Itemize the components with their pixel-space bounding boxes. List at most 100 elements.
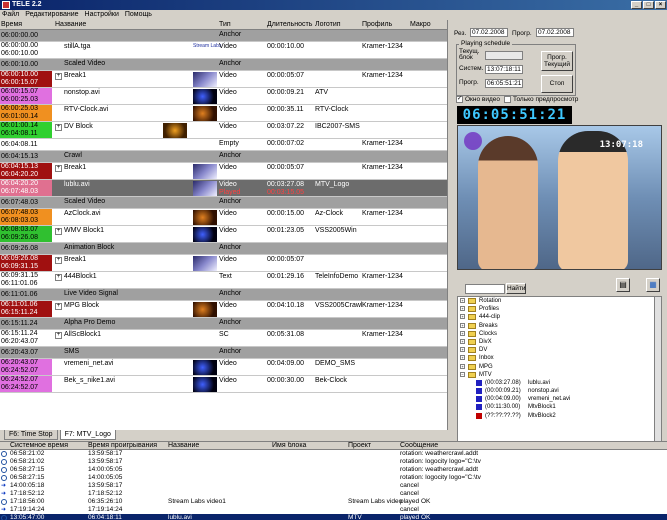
menu-edit[interactable]: Редактирование [25, 10, 78, 20]
log-row[interactable]: 13:05:47:00 06:04:18:11 lublu.avi MTV played… [0, 514, 667, 520]
tree-folder[interactable]: − MTV [458, 371, 661, 379]
playlist-row[interactable]: 06:01:00.14 06:04:08.11 + DV Block Video 00:0… [0, 122, 447, 139]
playlist-row[interactable]: 06:04:15.13 06:04:20.20 + Break1 Video 00:00:… [0, 163, 447, 180]
expand-toggle-icon[interactable]: + [460, 330, 465, 336]
expand-toggle-icon[interactable]: − [460, 371, 465, 377]
tree-folder[interactable]: + Profiles [458, 305, 661, 313]
playlist-row[interactable]: 06:11:01.06 06:15:11.24 + MPG Block Video 00:… [0, 301, 447, 318]
tree-folder[interactable]: +444-clip [458, 313, 661, 321]
expand-toggle-icon[interactable]: + [55, 228, 62, 235]
close-button[interactable]: × [655, 1, 666, 9]
expand-toggle-icon[interactable]: + [460, 314, 465, 320]
search-input[interactable] [465, 284, 505, 294]
log-row[interactable]: 06:58:21:02 13:59:58:17 rotation: logocity… [0, 458, 667, 466]
col-profile[interactable]: Профиль [362, 20, 392, 30]
tree-folder[interactable]: + Breaks [458, 322, 661, 330]
log-row[interactable]: 06:58:27:15 14:00:05:05 rotation: weatherc… [0, 466, 667, 474]
playlist-row[interactable]: 06:00:10.00 06:00:15.07 + Break1 Video 00:00:… [0, 71, 447, 88]
menu-file[interactable]: Файл [2, 10, 19, 20]
playlist-row[interactable]: 06:04:08.11 Empty 00:00:07:02 Kramer-1234 [0, 139, 447, 151]
log-col-sys[interactable]: Системное время [10, 442, 68, 450]
col-macro[interactable]: Макро [410, 20, 431, 30]
prog-date-field[interactable]: 07.02.2008 [536, 28, 574, 37]
expand-toggle-icon[interactable]: + [460, 363, 465, 369]
tree-clip[interactable]: (00:03:27.08) lublu.avi [458, 379, 661, 387]
tree-folder[interactable]: + Rotation [458, 297, 661, 305]
stop-button[interactable]: Стоп [541, 75, 573, 93]
log-row[interactable]: 06:58:21:02 13:59:58:17 rotation: weatherc… [0, 450, 667, 458]
playlist-row[interactable]: 06:15:11.24 06:20:43.07 + AllScBlock1 SC 00:0… [0, 330, 447, 347]
tree-clip[interactable]: (00:11:30.00) MtvBlock1 [458, 403, 661, 411]
playlist-row[interactable]: 06:24:52.07 06:24:52.07 Bek_s_nike1.avi Vid… [0, 376, 447, 393]
playlist-row[interactable]: 06:09:31.15 06:11:01.06 +444Block1 Text 00:0… [0, 272, 447, 289]
log-col-play[interactable]: Время проигрывания [88, 442, 157, 450]
tree-folder[interactable]: + DV [458, 346, 661, 354]
expand-toggle-icon[interactable]: + [460, 306, 465, 312]
playlist-row[interactable]: 06:00:25.03 06:01:00.14 RTV-Clock.avi Video… [0, 105, 447, 122]
rec-date-field[interactable]: 07.02.2008 [470, 28, 508, 37]
playlist-row[interactable]: 06:09:26.08 06:09:31.15 + Break1 Video 00:00:… [0, 255, 447, 272]
col-logo[interactable]: Логотип [315, 20, 341, 30]
tree-folder[interactable]: + Inbox [458, 354, 661, 362]
maximize-button[interactable]: □ [643, 1, 654, 9]
log-col-project[interactable]: Проект [348, 442, 371, 450]
playlist-row[interactable]: 06:20:43.07 06:24:52.07 vremeni_net.avi Vid… [0, 359, 447, 376]
col-time[interactable]: Время [1, 20, 22, 30]
expand-toggle-icon[interactable]: + [55, 332, 62, 339]
playlist-row[interactable]: 06:11:01.06 Live Video Signal Anchor [0, 289, 447, 301]
playlist-row[interactable]: 06:15:11.24 Alpha Pro Demo Anchor [0, 318, 447, 330]
log-row[interactable]: 06:58:27:15 14:00:05:05 rotation: logocity… [0, 474, 667, 482]
grid-tab[interactable]: F6: Time Stop [4, 430, 58, 440]
tree-clip[interactable]: (00:00:09.21) nonstop.avi [458, 387, 661, 395]
playlist-row[interactable]: 06:00:00.00 06:00:10.00 stillA.tga Stream L… [0, 42, 447, 59]
expand-toggle-icon[interactable]: + [55, 124, 62, 131]
prog-time-field[interactable]: 06:05:51:21 [485, 79, 523, 88]
playlist-row[interactable]: 06:00:15.07 06:00:25.03 nonstop.avi Video 00… [0, 88, 447, 105]
playlist-row[interactable]: 06:00:00.00 Anchor [0, 30, 447, 42]
video-window-checkbox[interactable]: ✓ [456, 96, 463, 103]
grid-view-icon[interactable]: ▦ [646, 278, 660, 292]
prog-current-button[interactable]: Прогр. Текущий [541, 51, 573, 71]
expand-toggle-icon[interactable]: + [55, 303, 62, 310]
playlist-row[interactable]: 06:04:15.13 Crawl Anchor [0, 151, 447, 163]
expand-toggle-icon[interactable]: + [460, 338, 465, 344]
expand-toggle-icon[interactable]: + [55, 257, 62, 264]
grid-tab[interactable]: F7: MTV_Logo [59, 430, 116, 440]
playlist-row[interactable]: 06:08:03.07 06:09:26.08 + WMV Block1 Video 00… [0, 226, 447, 243]
tree-folder[interactable]: + MPG [458, 363, 661, 371]
preview-only-checkbox[interactable] [504, 96, 511, 103]
minimize-button[interactable]: _ [631, 1, 642, 9]
expand-toggle-icon[interactable]: + [55, 274, 62, 281]
col-name[interactable]: Название [55, 20, 86, 30]
playlist-row[interactable]: 06:00:10.00 Scaled Video Anchor [0, 59, 447, 71]
log-col-block[interactable]: Имя блока [272, 442, 306, 450]
playlist-row[interactable]: 06:04:20.20 06:07:48.03 lublu.avi Video 00:0… [0, 180, 447, 197]
playlist-row[interactable]: 06:20:43.07 SMS Anchor [0, 347, 447, 359]
log-col-name[interactable]: Название [168, 442, 199, 450]
expand-toggle-icon[interactable]: + [460, 347, 465, 353]
playlist-row[interactable]: 06:09:26.08 Animation Block Anchor [0, 243, 447, 255]
search-button[interactable]: Найти [506, 283, 526, 294]
playlist-row[interactable]: 06:07:48.03 Scaled Video Anchor [0, 197, 447, 209]
log-row[interactable]: ➜ 17:19:14:24 17:19:14:24 cancel [0, 506, 667, 514]
col-duration[interactable]: Длительность [267, 20, 312, 30]
col-type[interactable]: Тип [219, 20, 231, 30]
expand-toggle-icon[interactable]: + [460, 355, 465, 361]
system-time-field[interactable]: 13:07:18:11 [485, 65, 523, 74]
log-row[interactable]: ➜ 14:00:05:18 13:59:58:17 cancel [0, 482, 667, 490]
expand-toggle-icon[interactable]: + [460, 322, 465, 328]
menu-settings[interactable]: Настройки [85, 10, 119, 20]
playlist-row[interactable]: 06:07:48.03 06:08:03.03 AzClock.avi Video 00… [0, 209, 447, 226]
expand-toggle-icon[interactable]: + [55, 73, 62, 80]
expand-toggle-icon[interactable]: + [55, 165, 62, 172]
tree-folder[interactable]: + Clocks [458, 330, 661, 338]
log-row[interactable]: 17:18:56:00 06:35:26:10 Stream Labs video1… [0, 498, 667, 506]
menu-help[interactable]: Помощь [125, 10, 152, 20]
tree-clip[interactable]: (??:??:??.??) MtvBlock2 [458, 412, 661, 420]
filter-icon[interactable]: ▤ [616, 278, 630, 292]
tree-folder[interactable]: + DivX [458, 338, 661, 346]
tree-clip[interactable]: (00:04:09.00) vremeni_net.avi [458, 395, 661, 403]
expand-toggle-icon[interactable]: + [460, 298, 465, 303]
log-col-message[interactable]: Сообщение [400, 442, 438, 450]
log-row[interactable]: ➜ 17:18:52:12 17:18:52:12 cancel [0, 490, 667, 498]
